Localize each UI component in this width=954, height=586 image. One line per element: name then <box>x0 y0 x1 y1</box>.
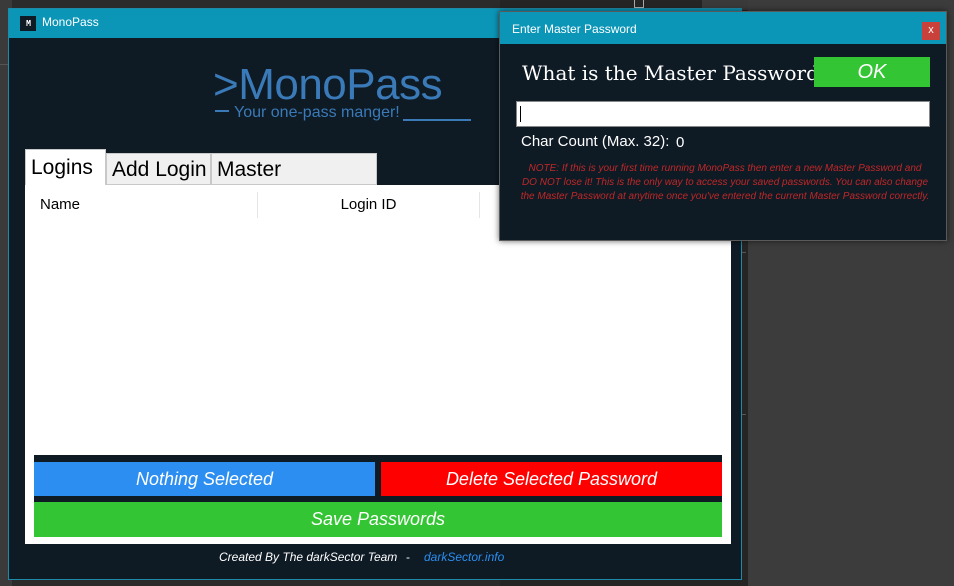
ok-button[interactable]: OK <box>814 57 930 87</box>
dialog-note: NOTE: If this is your first time running… <box>520 163 930 202</box>
save-passwords-button[interactable]: Save Passwords <box>34 502 722 537</box>
footer-credit: Created By The darkSector Team <box>219 550 398 564</box>
master-password-input[interactable] <box>516 101 930 127</box>
logo-underline <box>403 119 471 121</box>
column-header-login-id[interactable]: Login ID <box>258 192 480 218</box>
text-caret <box>520 106 521 122</box>
background-maximize-icon[interactable] <box>634 0 644 8</box>
footer-link[interactable]: darkSector.info <box>424 550 504 564</box>
footer-separator: - <box>406 550 410 564</box>
logins-panel: Name Login ID Nothing Selected Delete Se… <box>34 192 722 537</box>
tab-master-password[interactable]: Master Password <box>211 153 377 213</box>
master-password-dialog: Enter Master Password x What is the Mast… <box>499 11 947 241</box>
delete-selected-password-button[interactable]: Delete Selected Password <box>381 462 722 496</box>
app-logo-icon: M <box>20 16 36 31</box>
dialog-title: Enter Master Password <box>512 22 637 36</box>
char-count-label: Char Count (Max. 32): <box>521 133 670 150</box>
tab-logins[interactable]: Logins <box>25 149 106 186</box>
tab-add-login[interactable]: Add Login <box>106 153 211 185</box>
app-tagline: Your one-pass manger! <box>234 104 400 121</box>
dialog-question: What is the Master Password? <box>522 61 830 85</box>
window-title: MonoPass <box>42 15 99 29</box>
app-icon-label: M <box>26 19 31 28</box>
char-count-value: 0 <box>676 134 685 151</box>
column-header-name[interactable]: Name <box>34 192 258 218</box>
dialog-titlebar[interactable]: Enter Master Password x <box>500 12 946 44</box>
logo-underline <box>215 110 229 112</box>
nothing-selected-button[interactable]: Nothing Selected <box>34 462 375 496</box>
close-icon[interactable]: x <box>922 22 940 40</box>
app-logo-text: >MonoPass <box>213 60 443 109</box>
